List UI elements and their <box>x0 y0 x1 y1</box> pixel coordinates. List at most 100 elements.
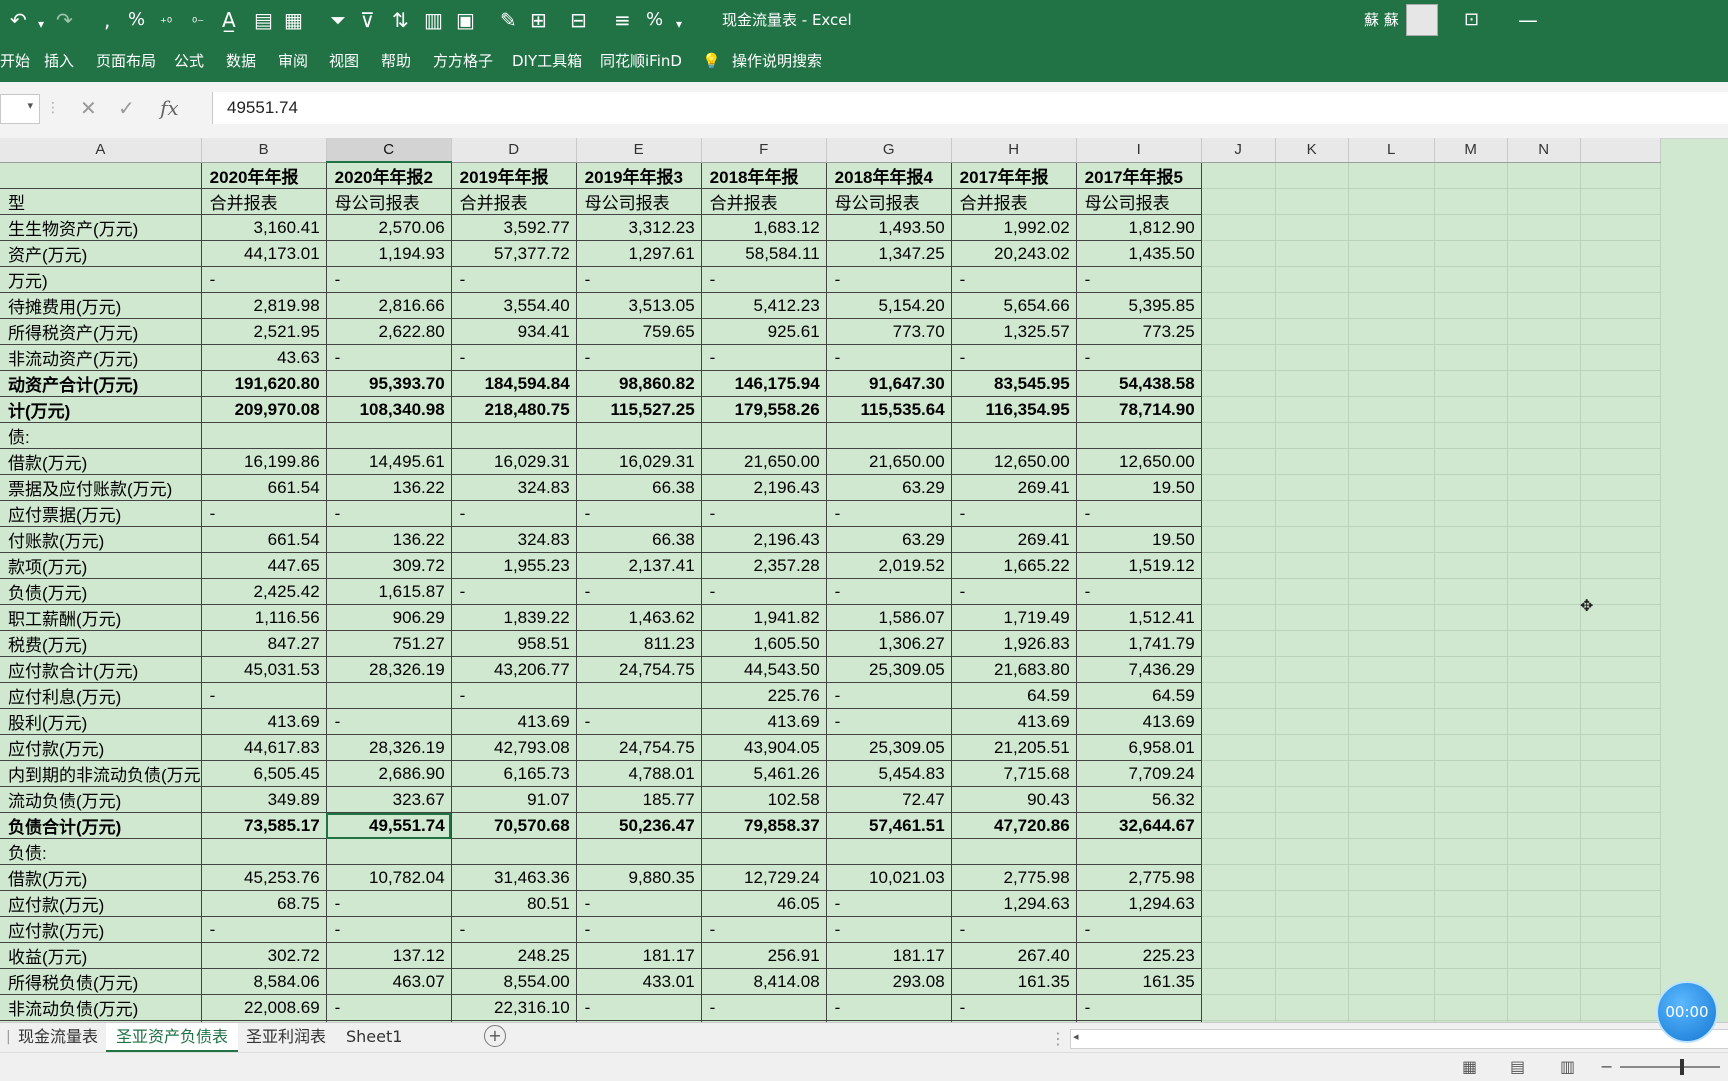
percent-style-icon[interactable]: % <box>646 8 663 32</box>
data-cell[interactable]: 2,196.43 <box>701 526 827 553</box>
empty-cell[interactable] <box>1201 578 1276 605</box>
column-header-f[interactable]: F <box>701 138 827 163</box>
row-label-cell[interactable]: 票据及应付账款(万元) <box>0 474 202 501</box>
data-cell[interactable]: 181.17 <box>576 942 702 969</box>
undo-dropdown-icon[interactable]: ▾ <box>38 12 44 36</box>
data-cell[interactable]: 209,970.08 <box>201 396 327 423</box>
percent-icon[interactable]: % <box>128 8 145 32</box>
data-cell[interactable]: 12,650.00 <box>951 448 1077 475</box>
data-cell[interactable]: 2020年年报2 <box>326 162 452 189</box>
data-cell[interactable]: - <box>1076 578 1202 605</box>
empty-cell[interactable] <box>1348 682 1435 709</box>
data-cell[interactable]: 115,527.25 <box>576 396 702 423</box>
empty-cell[interactable] <box>1201 916 1276 943</box>
empty-cell[interactable] <box>1434 448 1508 475</box>
data-cell[interactable]: 12,729.24 <box>701 864 827 891</box>
data-cell[interactable]: 5,395.85 <box>1076 292 1202 319</box>
row-label-cell[interactable]: 负债(万元) <box>0 578 202 605</box>
data-cell[interactable]: 413.69 <box>1076 708 1202 735</box>
empty-cell[interactable] <box>1275 708 1349 735</box>
empty-cell[interactable] <box>1434 266 1508 293</box>
empty-cell[interactable] <box>1201 630 1276 657</box>
data-cell[interactable]: 759.65 <box>576 318 702 345</box>
tab-help[interactable]: 帮助 <box>381 50 411 72</box>
column-header-m[interactable]: M <box>1434 138 1508 163</box>
empty-cell[interactable] <box>1348 396 1435 423</box>
data-cell[interactable]: 309.72 <box>326 552 452 579</box>
data-cell[interactable]: 44,617.83 <box>201 734 327 761</box>
tab-view[interactable]: 视图 <box>329 50 359 72</box>
data-cell[interactable] <box>576 682 702 709</box>
row-label-cell[interactable]: 生生物资产(万元) <box>0 214 202 241</box>
data-cell[interactable]: 1,615.87 <box>326 578 452 605</box>
empty-cell[interactable] <box>1348 604 1435 631</box>
row-label-cell[interactable]: 计(万元) <box>0 396 202 423</box>
data-cell[interactable]: 146,175.94 <box>701 370 827 397</box>
empty-cell[interactable] <box>1201 318 1276 345</box>
empty-cell[interactable] <box>1201 708 1276 735</box>
empty-cell[interactable] <box>1348 422 1435 449</box>
data-cell[interactable]: 1,812.90 <box>1076 214 1202 241</box>
data-cell[interactable]: - <box>326 890 452 917</box>
empty-cell[interactable] <box>1507 812 1581 839</box>
data-cell[interactable]: - <box>201 500 327 527</box>
data-cell[interactable]: 母公司报表 <box>576 188 702 215</box>
normal-view-icon[interactable]: ▦ <box>1462 1057 1477 1076</box>
tab-diy-toolbox[interactable]: DIY工具箱 <box>512 50 582 72</box>
data-cell[interactable]: - <box>1076 500 1202 527</box>
empty-cell[interactable] <box>1434 682 1508 709</box>
data-cell[interactable]: 161.35 <box>951 968 1077 995</box>
empty-cell[interactable] <box>1580 162 1661 189</box>
data-cell[interactable]: 50,236.47 <box>576 812 702 839</box>
data-cell[interactable]: 5,654.66 <box>951 292 1077 319</box>
data-cell[interactable]: 2018年年报4 <box>826 162 952 189</box>
data-cell[interactable]: 19.50 <box>1076 526 1202 553</box>
data-cell[interactable] <box>826 838 952 865</box>
empty-cell[interactable] <box>1507 214 1581 241</box>
name-box[interactable]: ▾ <box>0 94 40 124</box>
data-cell[interactable]: 185.77 <box>576 786 702 813</box>
worksheet-grid[interactable]: A B C D E F G H I J K L M N 2020年年报 2020年年报2 2019年年报 2019… <box>0 138 1728 1022</box>
empty-cell[interactable] <box>1348 760 1435 787</box>
data-cell[interactable]: 58,584.11 <box>701 240 827 267</box>
clear-filter-icon[interactable]: ⊽ <box>360 8 375 32</box>
data-cell[interactable]: 56.32 <box>1076 786 1202 813</box>
data-cell[interactable]: 136.22 <box>326 474 452 501</box>
column-header-extra[interactable] <box>1580 138 1661 163</box>
row-label-cell[interactable]: 流动负债(万元) <box>0 786 202 813</box>
empty-cell[interactable] <box>1580 500 1661 527</box>
data-cell[interactable]: 63.29 <box>826 526 952 553</box>
column-header-c[interactable]: C <box>326 138 452 163</box>
data-cell[interactable] <box>826 422 952 449</box>
row-label-cell[interactable]: 应付款(万元) <box>0 916 202 943</box>
empty-cell[interactable] <box>1434 500 1508 527</box>
data-cell[interactable] <box>201 838 327 865</box>
data-cell[interactable]: 1,665.22 <box>951 552 1077 579</box>
data-cell[interactable]: 57,377.72 <box>451 240 577 267</box>
data-cell[interactable]: 16,199.86 <box>201 448 327 475</box>
data-cell[interactable]: 6,958.01 <box>1076 734 1202 761</box>
empty-cell[interactable] <box>1201 162 1276 189</box>
data-cell[interactable]: 2,137.41 <box>576 552 702 579</box>
data-cell[interactable]: 64.59 <box>1076 682 1202 709</box>
empty-cell[interactable] <box>1507 526 1581 553</box>
empty-cell[interactable] <box>1434 214 1508 241</box>
empty-cell[interactable] <box>1580 916 1661 943</box>
data-cell[interactable]: 2,425.42 <box>201 578 327 605</box>
empty-cell[interactable] <box>1275 942 1349 969</box>
data-cell[interactable]: 73,585.17 <box>201 812 327 839</box>
customize-toolbar-icon[interactable]: ▾ <box>676 12 682 36</box>
data-cell[interactable]: - <box>826 916 952 943</box>
empty-cell[interactable] <box>1434 656 1508 683</box>
data-cell[interactable]: 102.58 <box>701 786 827 813</box>
empty-cell[interactable] <box>1507 760 1581 787</box>
row-label-cell[interactable]: 型 <box>0 188 202 215</box>
empty-cell[interactable] <box>1580 682 1661 709</box>
empty-cell[interactable] <box>1507 474 1581 501</box>
data-cell[interactable] <box>451 838 577 865</box>
data-cell[interactable]: 64.59 <box>951 682 1077 709</box>
row-label-cell[interactable]: 债: <box>0 422 202 449</box>
empty-cell[interactable] <box>1275 552 1349 579</box>
data-cell[interactable]: - <box>576 890 702 917</box>
data-cell[interactable]: 9,880.35 <box>576 864 702 891</box>
